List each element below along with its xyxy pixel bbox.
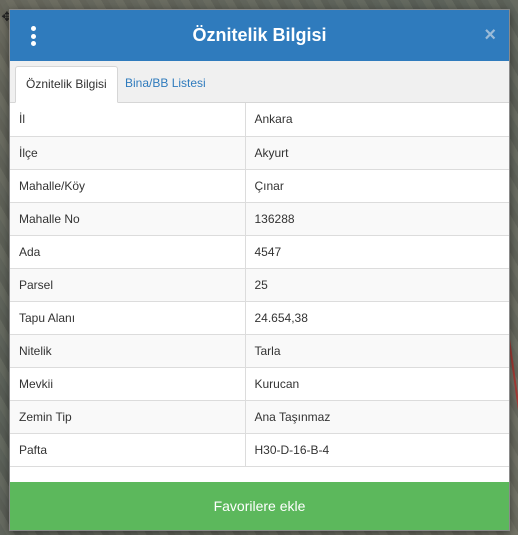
attribute-value: H30-D-16-B-4	[245, 433, 509, 467]
attribute-key: Parsel	[10, 268, 246, 302]
attribute-key: Mevkii	[10, 367, 246, 401]
table-row: Parsel 25	[10, 268, 509, 302]
table-row: İl Ankara	[10, 103, 509, 137]
table-row: Mahalle No 136288	[10, 202, 509, 236]
attribute-key: Mahalle/Köy	[10, 169, 246, 203]
attribute-info-dialog: Öznitelik Bilgisi × Öznitelik Bilgisi Bi…	[9, 9, 510, 531]
table-row: Ada 4547	[10, 235, 509, 269]
attribute-key: Zemin Tip	[10, 400, 246, 434]
attribute-key: Tapu Alanı	[10, 301, 246, 335]
attribute-key: Pafta	[10, 433, 246, 467]
table-row: İlçe Akyurt	[10, 136, 509, 170]
attribute-value: 24.654,38	[245, 301, 509, 335]
attribute-value: Ana Taşınmaz	[245, 400, 509, 434]
tab-building-list[interactable]: Bina/BB Listesi	[115, 66, 216, 102]
attribute-value: Kurucan	[245, 367, 509, 401]
attribute-value: Çınar	[245, 169, 509, 203]
attribute-value: Akyurt	[245, 136, 509, 170]
attribute-key: Mahalle No	[10, 202, 246, 236]
attribute-key: İl	[10, 103, 246, 137]
table-row: Zemin Tip Ana Taşınmaz	[10, 400, 509, 434]
attribute-value: 4547	[245, 235, 509, 269]
attribute-value: 25	[245, 268, 509, 302]
dialog-header: Öznitelik Bilgisi ×	[10, 10, 509, 61]
attribute-value: Ankara	[245, 103, 509, 137]
table-row: Tapu Alanı 24.654,38	[10, 301, 509, 335]
attribute-key: Nitelik	[10, 334, 246, 368]
attribute-table: İl Ankara İlçe Akyurt Mahalle/Köy Çınar Mahall…	[10, 103, 509, 467]
tab-attribute-info[interactable]: Öznitelik Bilgisi	[15, 66, 118, 103]
attribute-value: 136288	[245, 202, 509, 236]
add-to-favorites-button[interactable]: Favorilere ekle	[10, 482, 509, 530]
table-row: Mevkii Kurucan	[10, 367, 509, 401]
attribute-key: İlçe	[10, 136, 246, 170]
table-row: Mahalle/Köy Çınar	[10, 169, 509, 203]
close-icon[interactable]: ×	[484, 24, 496, 46]
tab-bar: Öznitelik Bilgisi Bina/BB Listesi	[10, 61, 509, 103]
table-row: Nitelik Tarla	[10, 334, 509, 368]
dialog-title: Öznitelik Bilgisi	[192, 25, 327, 45]
vertical-dots-icon[interactable]	[29, 26, 37, 46]
table-row: Pafta H30-D-16-B-4	[10, 433, 509, 467]
attribute-value: Tarla	[245, 334, 509, 368]
attribute-key: Ada	[10, 235, 246, 269]
